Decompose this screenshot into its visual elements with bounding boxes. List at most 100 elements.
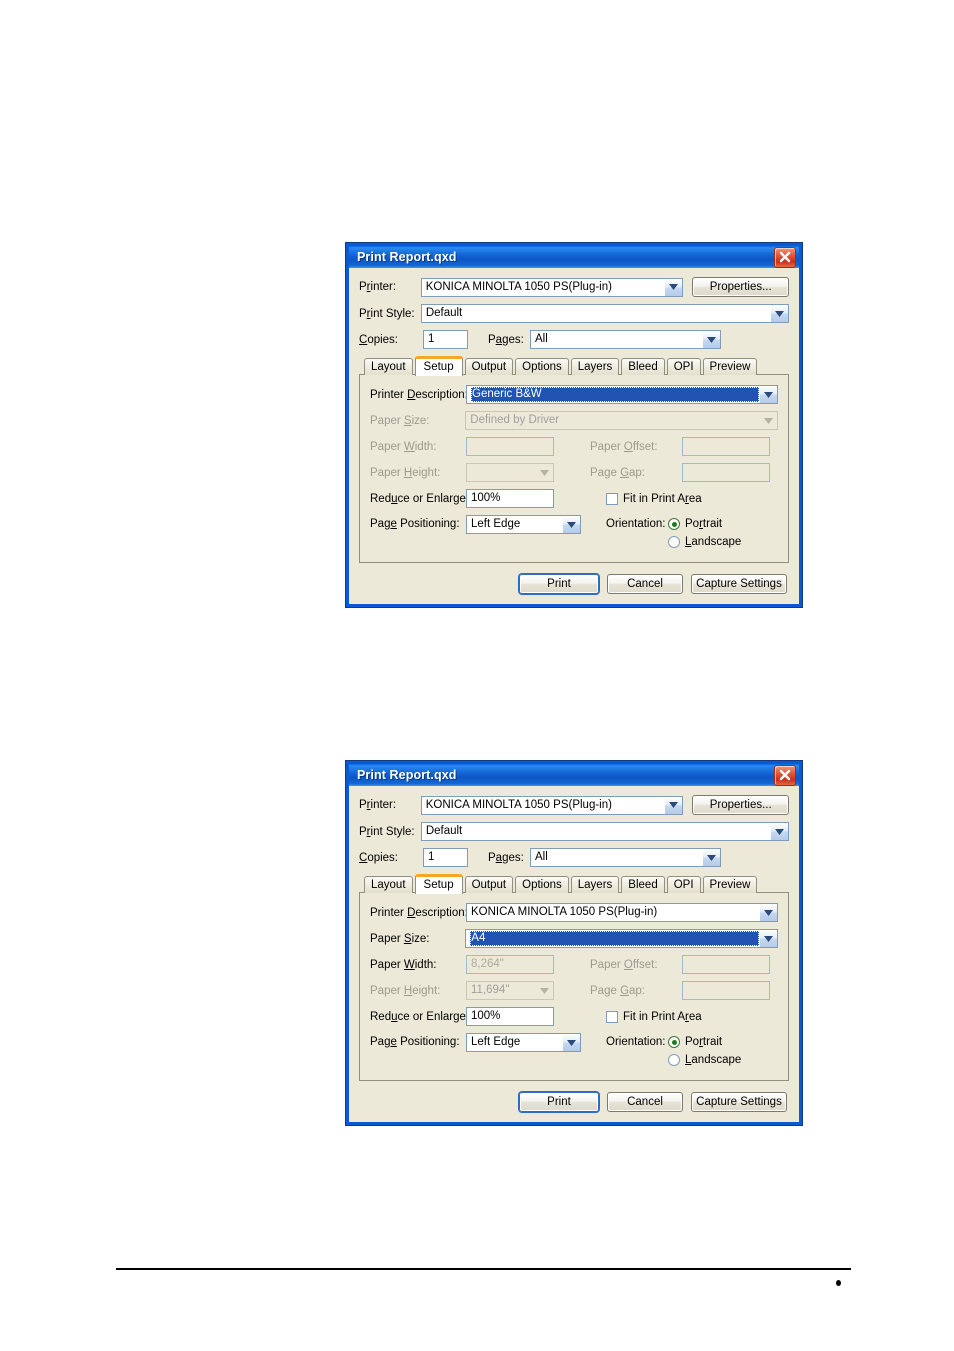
properties-button-label: Properties... [709, 799, 772, 811]
radio-portrait-icon[interactable] [668, 1036, 680, 1048]
reduce-fit-row: Reduce or Enlarge: 100% Fit in Print Are… [370, 1007, 778, 1026]
chevron-down-icon[interactable] [702, 849, 720, 866]
tab-layers[interactable]: Layers [570, 358, 620, 375]
orientation-portrait-label: Portrait [685, 1036, 723, 1048]
orientation-group: Portrait Landscape [668, 1033, 741, 1066]
chevron-down-icon[interactable] [759, 930, 777, 947]
pages-label: Pages: [488, 851, 524, 864]
tab-bar: Layout Setup Output Options Layers Bleed… [364, 356, 789, 376]
page-gap-input [682, 981, 770, 1000]
orientation-portrait-label: Portrait [685, 518, 723, 530]
tab-opi[interactable]: OPI [666, 358, 701, 375]
fit-in-print-area-label: Fit in Print Area [623, 492, 702, 505]
paper-height-gap-row: Paper Height: 11,694" Page Gap: [370, 981, 778, 1000]
positioning-orientation-row: Page Positioning: Left Edge Orientation:… [370, 1033, 778, 1066]
tab-layout[interactable]: Layout [364, 876, 413, 893]
reduce-or-enlarge-input[interactable]: 100% [466, 489, 554, 508]
cancel-button[interactable]: Cancel [607, 574, 683, 594]
print-dialog-a4: Print Report.qxd Printer: KONICA MINOLTA… [346, 761, 802, 1125]
print-style-row: Print Style: Default [359, 304, 789, 323]
tab-layout[interactable]: Layout [364, 358, 413, 375]
reduce-or-enlarge-input[interactable]: 100% [466, 1007, 554, 1026]
tab-output[interactable]: Output [464, 876, 514, 893]
chevron-down-icon [535, 982, 553, 999]
tab-label: Layers [577, 360, 613, 373]
tab-label: Bleed [628, 360, 658, 373]
dialog-body: Printer: KONICA MINOLTA 1050 PS(Plug-in)… [349, 268, 799, 604]
capture-settings-button[interactable]: Capture Settings [691, 574, 787, 594]
printer-description-select[interactable]: KONICA MINOLTA 1050 PS(Plug-in) [466, 903, 778, 922]
pages-select[interactable]: All [530, 330, 721, 349]
tab-opi[interactable]: OPI [666, 876, 701, 893]
tab-preview[interactable]: Preview [702, 876, 758, 893]
dialog-titlebar[interactable]: Print Report.qxd [346, 243, 802, 268]
copies-input[interactable]: 1 [423, 330, 468, 349]
print-style-select[interactable]: Default [420, 822, 789, 841]
tab-setup[interactable]: Setup [414, 356, 463, 376]
chevron-down-icon [535, 464, 553, 481]
pages-select[interactable]: All [530, 848, 721, 867]
chevron-down-icon[interactable] [664, 278, 683, 296]
setup-panel: Printer Description: Generic B&W Paper S… [359, 374, 789, 563]
printer-select[interactable]: KONICA MINOLTA 1050 PS(Plug-in) [420, 795, 684, 815]
paper-size-select[interactable]: A4 [465, 929, 778, 948]
chevron-down-icon[interactable] [562, 516, 580, 533]
tab-label: Layout [371, 878, 406, 891]
printer-description-select[interactable]: Generic B&W [466, 385, 778, 404]
cancel-button-label: Cancel [627, 1096, 663, 1108]
orientation-group: Portrait Landscape [668, 515, 741, 548]
tab-setup[interactable]: Setup [414, 874, 463, 894]
tab-layers[interactable]: Layers [570, 876, 620, 893]
chevron-down-icon[interactable] [562, 1034, 580, 1051]
tab-label: Layers [577, 878, 613, 891]
chevron-down-icon[interactable] [770, 305, 788, 322]
tab-bleed[interactable]: Bleed [621, 876, 665, 893]
dialog-titlebar[interactable]: Print Report.qxd [346, 761, 802, 786]
chevron-down-icon[interactable] [702, 331, 720, 348]
fit-in-print-area-checkbox[interactable] [606, 1010, 618, 1023]
printer-description-row: Printer Description: KONICA MINOLTA 1050… [370, 903, 778, 922]
radio-landscape-icon[interactable] [668, 1054, 680, 1066]
print-dialog-generic-bw: Print Report.qxd Printer: KONICA MINOLTA… [346, 243, 802, 607]
orientation-landscape-option[interactable]: Landscape [668, 536, 741, 548]
orientation-landscape-option[interactable]: Landscape [668, 1054, 741, 1066]
chevron-down-icon[interactable] [759, 904, 777, 921]
page-gap-label: Page Gap: [590, 466, 646, 479]
close-icon[interactable] [774, 246, 796, 268]
tab-label: Output [471, 360, 507, 373]
orientation-portrait-option[interactable]: Portrait [668, 1036, 741, 1048]
paper-height-gap-row: Paper Height: Page Gap: [370, 463, 778, 482]
page-positioning-select[interactable]: Left Edge [466, 515, 581, 534]
properties-button[interactable]: Properties... [692, 277, 789, 297]
print-button[interactable]: Print [519, 574, 599, 594]
cancel-button[interactable]: Cancel [607, 1092, 683, 1112]
capture-settings-button[interactable]: Capture Settings [691, 1092, 787, 1112]
reduce-or-enlarge-label: Reduce or Enlarge: [370, 1010, 470, 1023]
reduce-or-enlarge-value: 100% [471, 1010, 501, 1022]
print-style-label: Print Style: [359, 307, 415, 320]
tab-output[interactable]: Output [464, 358, 514, 375]
print-style-select[interactable]: Default [420, 304, 789, 323]
copies-input[interactable]: 1 [423, 848, 468, 867]
radio-landscape-icon[interactable] [668, 536, 680, 548]
dialog-body: Printer: KONICA MINOLTA 1050 PS(Plug-in)… [349, 786, 799, 1122]
chevron-down-icon[interactable] [759, 386, 777, 403]
close-icon[interactable] [774, 764, 796, 786]
print-button[interactable]: Print [519, 1092, 599, 1112]
orientation-portrait-option[interactable]: Portrait [668, 518, 741, 530]
printer-select[interactable]: KONICA MINOLTA 1050 PS(Plug-in) [420, 277, 684, 297]
tab-options[interactable]: Options [515, 876, 569, 893]
copies-label: Copies: [359, 851, 398, 864]
properties-button[interactable]: Properties... [692, 795, 789, 815]
chevron-down-icon[interactable] [770, 823, 788, 840]
tab-bleed[interactable]: Bleed [621, 358, 665, 375]
paper-height-select: 11,694" [466, 981, 554, 1000]
fit-in-print-area-checkbox[interactable] [606, 492, 618, 505]
radio-portrait-icon[interactable] [668, 518, 680, 530]
capture-settings-button-label: Capture Settings [696, 1096, 782, 1108]
chevron-down-icon[interactable] [664, 796, 683, 814]
tab-preview[interactable]: Preview [702, 358, 758, 375]
tab-options[interactable]: Options [515, 358, 569, 375]
paper-size-row: Paper Size: Defined by Driver [370, 411, 778, 430]
page-positioning-select[interactable]: Left Edge [466, 1033, 581, 1052]
